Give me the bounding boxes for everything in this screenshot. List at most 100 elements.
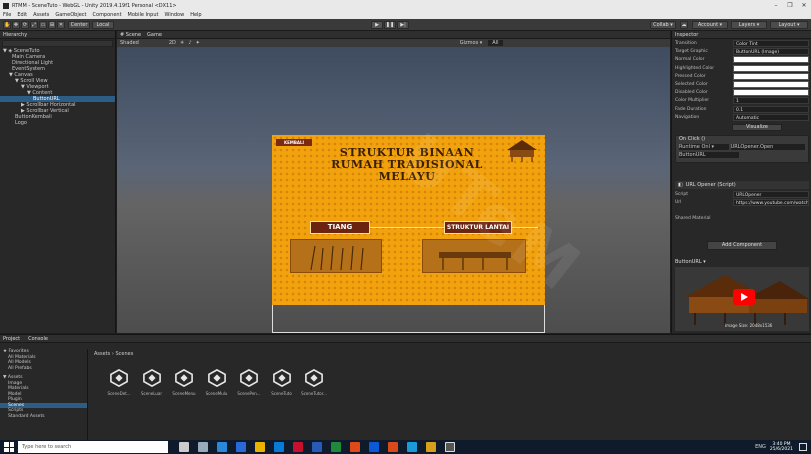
menu-item-file[interactable]: File <box>3 12 11 18</box>
close-button[interactable]: ✕ <box>797 0 811 11</box>
gizmos-dropdown[interactable]: Gizmos ▾ <box>460 40 483 46</box>
url-opener-header[interactable]: ◧ URL Opener (Script) <box>675 181 809 189</box>
tiang-image[interactable] <box>290 239 382 273</box>
inspector-row-value[interactable]: Color Tint <box>733 40 809 47</box>
unity-taskbar-icon[interactable] <box>444 442 455 452</box>
language-indicator[interactable]: ENG <box>755 444 766 450</box>
collab-dropdown[interactable]: Collab ▾ <box>650 21 676 29</box>
layers-dropdown[interactable]: Layers ▾ <box>731 21 767 29</box>
rect-tool-icon[interactable]: ▭ <box>39 21 47 29</box>
menu-item-component[interactable]: Component <box>93 12 122 18</box>
tab-game[interactable]: Game <box>147 32 162 38</box>
scale-tool-icon[interactable]: ⤢ <box>30 21 38 29</box>
store-icon[interactable] <box>235 442 246 452</box>
color-swatch[interactable] <box>733 81 809 88</box>
rotate-tool-icon[interactable]: ⟳ <box>21 21 29 29</box>
scene-asset[interactable]: ScenePen... <box>236 368 262 396</box>
shading-mode-dropdown[interactable]: Shaded <box>120 40 139 46</box>
menu-item-help[interactable]: Help <box>190 12 201 18</box>
scene-asset[interactable]: SceneMulu <box>204 368 230 396</box>
scene-asset[interactable]: SceneTuto <box>269 368 295 396</box>
edge-icon[interactable] <box>368 442 379 452</box>
minimize-button[interactable]: – <box>769 0 783 11</box>
pivot-local-toggle[interactable]: Local <box>92 21 114 29</box>
cortana-icon[interactable] <box>178 442 189 452</box>
tiang-button[interactable]: TIANG <box>310 221 370 234</box>
menu-item-assets[interactable]: Assets <box>33 12 49 18</box>
office-icon[interactable] <box>292 442 303 452</box>
asset-folder[interactable]: Standard Assets <box>0 414 87 420</box>
file-explorer-icon[interactable] <box>254 442 265 452</box>
cloud-icon[interactable]: ☁ <box>680 21 688 29</box>
color-swatch[interactable] <box>733 72 809 80</box>
photoshop-icon[interactable] <box>406 442 417 452</box>
canvas-title-line3: MELAYU <box>378 170 436 183</box>
menu-item-edit[interactable]: Edit <box>17 12 27 18</box>
hierarchy-search-input[interactable] <box>2 40 113 47</box>
tab-scene[interactable]: # Scene <box>120 32 141 38</box>
color-swatch[interactable] <box>733 64 809 72</box>
scene-asset[interactable]: SceneDet... <box>106 368 132 396</box>
inspector-row-label: Target Graphic <box>675 49 708 55</box>
color-swatch[interactable] <box>733 89 809 97</box>
add-component-button[interactable]: Add Component <box>707 241 777 250</box>
mail-icon[interactable] <box>273 442 284 452</box>
chrome-icon[interactable] <box>349 442 360 452</box>
powerpoint-icon[interactable] <box>387 442 398 452</box>
script-field[interactable]: URLOpener <box>733 191 809 198</box>
kembali-button[interactable]: KEMBALI <box>276 139 312 146</box>
account-dropdown[interactable]: Account ▾ <box>692 21 728 29</box>
notifications-icon[interactable] <box>799 443 807 451</box>
pause-button[interactable]: ❚❚ <box>384 21 396 29</box>
inspector-row-value[interactable]: ButtonURL (Image) <box>733 48 809 56</box>
lighting-icon[interactable]: ☀ <box>180 40 184 46</box>
preview-title[interactable]: ButtonURL ▾ <box>675 259 809 266</box>
inspector-row-value[interactable]: Automatic <box>733 113 809 121</box>
inspector-row-value[interactable]: 1 <box>733 97 809 105</box>
move-tool-icon[interactable]: ✥ <box>12 21 20 29</box>
play-button[interactable]: ▶ <box>371 21 383 29</box>
function-dropdown[interactable]: URLOpener.Open <box>730 144 805 150</box>
step-button[interactable]: ▶| <box>397 21 409 29</box>
runtime-dropdown[interactable]: Runtime Onl ▾ <box>679 144 729 150</box>
maximize-button[interactable]: ❐ <box>783 0 797 11</box>
struktur-lantai-image[interactable] <box>422 239 526 273</box>
scene-search-input[interactable]: All <box>488 40 503 46</box>
photos-icon[interactable] <box>216 442 227 452</box>
tab-project[interactable]: Project <box>3 336 20 342</box>
start-button[interactable] <box>4 442 14 452</box>
effects-icon[interactable]: ✦ <box>196 40 200 46</box>
pivot-center-toggle[interactable]: Center <box>68 21 90 29</box>
menu-item-window[interactable]: Window <box>164 12 184 18</box>
mode-2d-toggle[interactable]: 2D <box>169 40 176 46</box>
taskbar-search-input[interactable]: Type here to search <box>18 441 168 453</box>
scene-asset[interactable]: SceneLuar <box>139 368 165 396</box>
clock[interactable]: 3:40 PM 25/6/2021 <box>770 442 793 452</box>
audio-icon[interactable]: ♪ <box>188 40 191 46</box>
transform-tool-icon[interactable]: ⊞ <box>48 21 56 29</box>
task-view-icon[interactable] <box>197 442 208 452</box>
custom-tool-icon[interactable]: ✕ <box>57 21 65 29</box>
visualize-button[interactable]: Visualize <box>732 124 782 131</box>
scene-viewport[interactable]: KEMBALI STRUKTUR BINAAN RUMAH TRADISIONA… <box>117 47 670 333</box>
inspector-title: Inspector <box>675 31 699 38</box>
hierarchy-tab[interactable]: Hierarchy <box>0 31 115 39</box>
color-swatch[interactable] <box>733 56 809 64</box>
illustrator-icon[interactable] <box>425 442 436 452</box>
inspector-row-value[interactable]: 0.1 <box>733 105 809 113</box>
menu-item-gameobject[interactable]: GameObject <box>55 12 86 18</box>
tab-console[interactable]: Console <box>28 336 48 342</box>
hierarchy-item[interactable]: Logo <box>0 120 115 126</box>
struktur-lantai-button[interactable]: STRUKTUR LANTAI <box>444 221 512 234</box>
inspector-row: Selected Color <box>675 81 809 88</box>
target-object-field[interactable]: ButtonURL <box>679 152 739 158</box>
excel-icon[interactable] <box>330 442 341 452</box>
scene-asset[interactable]: SceneTutor... <box>301 368 327 396</box>
layout-dropdown[interactable]: Layout ▾ <box>770 21 808 29</box>
scene-asset[interactable]: SceneMenu <box>171 368 197 396</box>
hand-tool-icon[interactable]: ✋ <box>3 21 11 29</box>
word-icon[interactable] <box>311 442 322 452</box>
inspector-tab[interactable]: Inspector <box>672 31 811 39</box>
menu-item-mobile-input[interactable]: Mobile Input <box>128 12 159 18</box>
url-field[interactable]: https://www.youtube.com/watch <box>733 199 809 206</box>
